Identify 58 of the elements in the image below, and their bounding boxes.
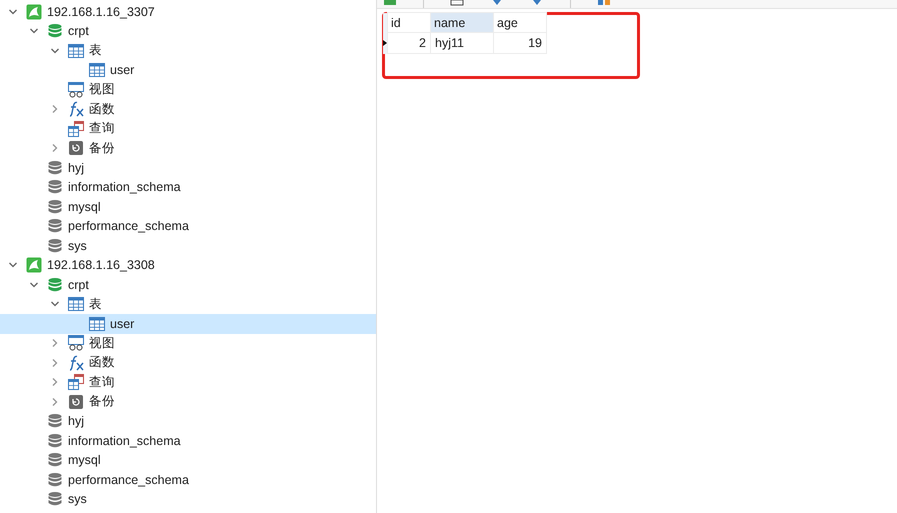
tree-item[interactable]: sys	[0, 236, 376, 256]
query-icon	[68, 374, 84, 390]
chevron-right-icon[interactable]	[50, 338, 60, 348]
chevron-down-icon[interactable]	[29, 280, 39, 290]
glasses-table-icon	[68, 335, 84, 352]
tree-item[interactable]: sys	[0, 490, 376, 509]
backup-icon	[68, 394, 84, 410]
tree-item[interactable]: hyj	[0, 158, 376, 178]
tree-item[interactable]: user	[0, 314, 376, 334]
toolbar-icon[interactable]	[530, 0, 544, 6]
tree-item[interactable]: 192.168.1.16_3308	[0, 256, 376, 275]
chevron-right-icon[interactable]	[50, 358, 60, 368]
tree-item[interactable]: 函数	[0, 353, 376, 372]
tree-item[interactable]: performance_schema	[0, 216, 376, 236]
tree-item[interactable]: crpt	[0, 22, 376, 41]
tree-item[interactable]: 函数	[0, 100, 376, 119]
column-header[interactable]: name	[430, 12, 494, 32]
query-icon	[68, 120, 84, 137]
function-icon	[68, 354, 84, 371]
chevron-right-icon[interactable]	[50, 104, 60, 114]
tree-item[interactable]: 表	[0, 294, 376, 314]
glasses-table-icon	[68, 82, 84, 98]
column-header[interactable]: age	[494, 12, 546, 32]
tree-item[interactable]: 查询	[0, 119, 376, 138]
toolbar-icon[interactable]	[490, 0, 504, 6]
table-cell: hyj11	[430, 32, 494, 54]
tree-item[interactable]: user	[0, 60, 376, 80]
tree-item[interactable]: information_schema	[0, 178, 376, 197]
tree-item[interactable]: 视图	[0, 334, 376, 353]
table-icon	[68, 296, 84, 312]
column-header[interactable]: id	[388, 12, 430, 32]
toolbar-icon[interactable]	[450, 0, 464, 6]
function-icon	[68, 101, 84, 118]
tree-item[interactable]: performance_schema	[0, 470, 376, 490]
toolbar-icon[interactable]	[383, 0, 397, 6]
tree-item[interactable]: 视图	[0, 80, 376, 100]
tree-item[interactable]: 备份	[0, 138, 376, 158]
table-cell: 19	[494, 32, 546, 54]
tree-item[interactable]: 查询	[0, 372, 376, 392]
toolbar-icon[interactable]	[597, 0, 611, 6]
tree-item[interactable]: hyj	[0, 412, 376, 431]
chevron-right-icon[interactable]	[50, 396, 60, 407]
tree-item[interactable]: 表	[0, 41, 376, 60]
chevron-right-icon[interactable]	[50, 143, 60, 154]
tree-item[interactable]: information_schema	[0, 431, 376, 450]
tree-item[interactable]: mysql	[0, 450, 376, 470]
tree-item[interactable]: 192.168.1.16_3307	[0, 2, 376, 22]
tree-item[interactable]: crpt	[0, 275, 376, 294]
table-cell: 2	[388, 32, 430, 54]
table-icon	[68, 42, 84, 59]
chevron-down-icon[interactable]	[8, 6, 18, 17]
chevron-down-icon[interactable]	[50, 46, 60, 56]
table-icon	[89, 62, 105, 78]
backup-icon	[68, 140, 84, 156]
table-icon	[89, 316, 105, 332]
tree-item[interactable]: mysql	[0, 197, 376, 216]
tree-item[interactable]: 备份	[0, 392, 376, 412]
chevron-right-icon[interactable]	[50, 377, 60, 388]
